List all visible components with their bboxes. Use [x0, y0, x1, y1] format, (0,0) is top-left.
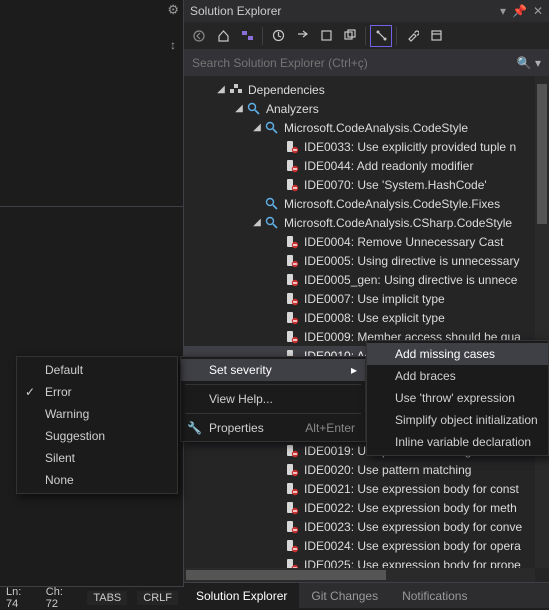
fix-add-braces[interactable]: Add braces — [367, 365, 548, 387]
severity-error[interactable]: ✓Error — [17, 381, 177, 403]
tree-node-package[interactable]: ◢ Microsoft.CodeAnalysis.CSharp.CodeStyl… — [184, 213, 535, 232]
diagnostic-hidden-icon — [284, 443, 300, 459]
solution-tree[interactable]: ◢ Dependencies ◢ Analyzers ◢ Microsoft.C… — [184, 76, 535, 568]
diagnostic-hidden-icon — [284, 177, 300, 193]
severity-none[interactable]: None — [17, 469, 177, 491]
wrench-icon: 🔧 — [187, 421, 202, 435]
tree-node-diagnostic[interactable]: IDE0008: Use explicit type — [184, 308, 535, 327]
tab-notifications[interactable]: Notifications — [390, 583, 479, 608]
menu-set-severity[interactable]: Set severity ▸ — [181, 359, 365, 381]
tree-node-analyzers[interactable]: ◢ Analyzers — [184, 99, 535, 118]
refresh-icon[interactable] — [315, 25, 337, 47]
search-bar[interactable]: 🔍 ▾ — [184, 50, 549, 76]
vertical-scrollbar[interactable] — [535, 76, 549, 568]
context-menu: Set severity ▸ View Help... 🔧 Properties… — [180, 356, 366, 442]
tree-node-diagnostic[interactable]: IDE0022: Use expression body for meth — [184, 498, 535, 517]
tree-node-diagnostic[interactable]: IDE0025: Use expression body for prope — [184, 555, 535, 568]
tree-node-diagnostic[interactable]: IDE0005_gen: Using directive is unnece — [184, 270, 535, 289]
analyzer-icon — [264, 215, 280, 231]
severity-suggestion[interactable]: Suggestion — [17, 425, 177, 447]
tree-node-diagnostic[interactable]: IDE0023: Use expression body for conve — [184, 517, 535, 536]
status-line-ending[interactable]: CRLF — [137, 591, 178, 605]
tree-node-diagnostic[interactable]: IDE0044: Add readonly modifier — [184, 156, 535, 175]
diagnostic-hidden-icon — [284, 158, 300, 174]
editor-pane: ⚙ ↕ — [0, 0, 184, 608]
switch-views-icon[interactable] — [236, 25, 258, 47]
menu-properties[interactable]: 🔧 Properties Alt+Enter — [181, 417, 365, 439]
fix-simplify-init[interactable]: Simplify object initialization — [367, 409, 548, 431]
chevron-right-icon: ▸ — [351, 363, 357, 377]
dependency-icon — [228, 82, 244, 98]
gear-icon[interactable]: ⚙ — [167, 2, 179, 18]
diagnostic-hidden-icon — [284, 500, 300, 516]
tree-node-diagnostic[interactable]: IDE0021: Use expression body for const — [184, 479, 535, 498]
status-line: Ln: 74 — [6, 586, 36, 610]
properties-icon[interactable] — [401, 25, 423, 47]
severity-default[interactable]: Default — [17, 359, 177, 381]
check-icon: ✓ — [25, 385, 35, 399]
tree-node-diagnostic[interactable]: IDE0020: Use pattern matching — [184, 460, 535, 479]
fix-use-throw[interactable]: Use 'throw' expression — [367, 387, 548, 409]
horizontal-scrollbar[interactable] — [184, 568, 535, 582]
status-indent[interactable]: TABS — [87, 591, 127, 605]
panel-title: Solution Explorer — [190, 4, 281, 18]
fix-inline-variable[interactable]: Inline variable declaration — [367, 431, 548, 453]
home-icon[interactable] — [212, 25, 234, 47]
tree-node-dependencies[interactable]: ◢ Dependencies — [184, 80, 535, 99]
tab-solution-explorer[interactable]: Solution Explorer — [184, 583, 299, 608]
close-icon[interactable]: ✕ — [533, 4, 543, 18]
tree-node-diagnostic[interactable]: IDE0024: Use expression body for opera — [184, 536, 535, 555]
diagnostic-hidden-icon — [284, 253, 300, 269]
sync-icon[interactable] — [291, 25, 313, 47]
diagnostic-hidden-icon — [284, 538, 300, 554]
search-icon[interactable]: 🔍 ▾ — [517, 56, 541, 70]
status-col: Ch: 72 — [46, 586, 78, 610]
tree-node-diagnostic[interactable]: IDE0004: Remove Unnecessary Cast — [184, 232, 535, 251]
tree-node-diagnostic[interactable]: IDE0005: Using directive is unnecessary — [184, 251, 535, 270]
tab-git-changes[interactable]: Git Changes — [299, 583, 390, 608]
analyzer-icon — [246, 101, 262, 117]
collapse-all-icon[interactable] — [339, 25, 361, 47]
bottom-tabs: Solution Explorer Git Changes Notificati… — [184, 582, 549, 608]
menu-view-help[interactable]: View Help... — [181, 388, 365, 410]
analyzer-icon — [264, 196, 280, 212]
diagnostic-hidden-icon — [284, 139, 300, 155]
toolbar — [184, 22, 549, 50]
tree-node-package[interactable]: ◢ Microsoft.CodeAnalysis.CodeStyle — [184, 118, 535, 137]
dropdown-icon[interactable]: ▾ — [500, 4, 506, 18]
diagnostic-hidden-icon — [284, 234, 300, 250]
severity-silent[interactable]: Silent — [17, 447, 177, 469]
show-all-files-icon[interactable] — [370, 25, 392, 47]
preview-icon[interactable] — [425, 25, 447, 47]
status-bar: Ln: 74 Ch: 72 TABS CRLF — [0, 586, 184, 608]
tree-node-diagnostic[interactable]: IDE0070: Use 'System.HashCode' — [184, 175, 535, 194]
quickfix-menu: Add missing cases Add braces Use 'throw'… — [366, 340, 549, 456]
collapse-arrow-icon[interactable]: ↕ — [170, 38, 176, 52]
pending-changes-icon[interactable] — [267, 25, 289, 47]
diagnostic-hidden-icon — [284, 329, 300, 345]
severity-submenu: Default ✓Error Warning Suggestion Silent… — [16, 356, 178, 494]
diagnostic-hidden-icon — [284, 481, 300, 497]
diagnostic-hidden-icon — [284, 462, 300, 478]
solution-explorer-panel: Solution Explorer ▾ 📌 ✕ — [184, 0, 549, 608]
severity-warning[interactable]: Warning — [17, 403, 177, 425]
tree-node-package[interactable]: Microsoft.CodeAnalysis.CodeStyle.Fixes — [184, 194, 535, 213]
analyzer-icon — [264, 120, 280, 136]
tree-node-diagnostic[interactable]: IDE0007: Use implicit type — [184, 289, 535, 308]
fix-add-missing-cases[interactable]: Add missing cases — [367, 343, 548, 365]
back-icon[interactable] — [188, 25, 210, 47]
keyboard-shortcut: Alt+Enter — [305, 421, 355, 435]
diagnostic-hidden-icon — [284, 272, 300, 288]
search-input[interactable] — [192, 56, 472, 70]
diagnostic-hidden-icon — [284, 557, 300, 569]
diagnostic-hidden-icon — [284, 519, 300, 535]
diagnostic-hidden-icon — [284, 291, 300, 307]
diagnostic-hidden-icon — [284, 310, 300, 326]
tree-node-diagnostic[interactable]: IDE0033: Use explicitly provided tuple n — [184, 137, 535, 156]
pin-icon[interactable]: 📌 — [512, 4, 527, 18]
